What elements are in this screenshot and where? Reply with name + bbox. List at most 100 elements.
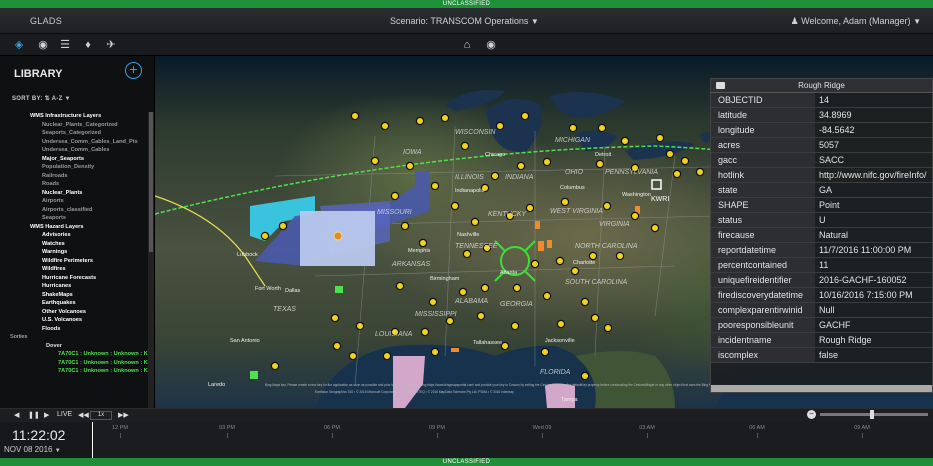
nuclear-plant-icon[interactable]	[430, 181, 440, 191]
popup-header[interactable]: Rough Ridge	[711, 79, 932, 93]
nuclear-plant-icon[interactable]	[555, 256, 565, 266]
layer-item[interactable]: Other Volcanoes	[6, 308, 148, 317]
layer-item[interactable]: Seaports	[6, 214, 148, 223]
layer-item[interactable]: 7A70C1 : Unknown : Unknown : K	[6, 350, 148, 359]
layer-item[interactable]: Earthquakes	[6, 299, 148, 308]
layer-item[interactable]: Watches	[6, 240, 148, 249]
nuclear-plant-icon[interactable]	[470, 217, 480, 227]
nuclear-plant-icon[interactable]	[556, 319, 566, 329]
nuclear-plant-icon[interactable]	[260, 231, 270, 241]
nuclear-plant-icon[interactable]	[525, 203, 535, 213]
nuclear-plant-icon[interactable]	[355, 321, 365, 331]
nuclear-plant-icon[interactable]	[530, 259, 540, 269]
layer-item[interactable]: WMS Infrastructure Layers	[6, 112, 148, 121]
nuclear-plant-icon[interactable]	[430, 347, 440, 357]
nuclear-plant-icon[interactable]	[680, 156, 690, 166]
speed-indicator[interactable]: 1x	[90, 411, 112, 420]
nuclear-plant-icon[interactable]	[602, 201, 612, 211]
nuclear-plant-icon[interactable]	[480, 283, 490, 293]
nuclear-plant-icon[interactable]	[655, 133, 665, 143]
nuclear-plant-icon[interactable]	[568, 123, 578, 133]
camera-icon[interactable]: ◉	[484, 38, 498, 52]
nuclear-plant-icon[interactable]	[615, 251, 625, 261]
layer-item[interactable]: 7A70C1 : Unknown : Unknown : K	[6, 367, 148, 376]
live-button[interactable]: LIVE	[57, 411, 72, 418]
nuclear-plant-icon[interactable]	[665, 149, 675, 159]
nuclear-plant-icon[interactable]	[588, 251, 598, 261]
layer-item[interactable]: Undersea_Comm_Cables	[6, 146, 148, 155]
nuclear-plant-icon[interactable]	[580, 297, 590, 307]
nuclear-plant-icon[interactable]	[445, 316, 455, 326]
timeline-zoom-handle[interactable]	[870, 410, 874, 419]
scenario-selector[interactable]: Scenario: TRANSCOM Operations ▼	[390, 16, 539, 26]
camera-icon[interactable]: ◉	[36, 38, 50, 52]
nuclear-plant-icon[interactable]	[395, 281, 405, 291]
nuclear-plant-icon[interactable]	[370, 156, 380, 166]
nuclear-plant-icon[interactable]	[332, 341, 342, 351]
nuclear-plant-icon[interactable]	[580, 371, 590, 381]
clock-date[interactable]: NOV 08 2016 ▼	[4, 445, 61, 454]
nuclear-plant-icon[interactable]	[590, 313, 600, 323]
nuclear-plant-icon[interactable]	[420, 327, 430, 337]
nuclear-plant-icon[interactable]	[400, 221, 410, 231]
layer-item[interactable]: 7A70C1 : Unknown : Unknown : K	[6, 359, 148, 368]
nuclear-plant-icon[interactable]	[415, 116, 425, 126]
nuclear-plant-icon[interactable]	[540, 347, 550, 357]
zoom-out-icon[interactable]: −	[807, 410, 816, 419]
home-icon[interactable]: ⌂	[460, 38, 474, 52]
nuclear-plant-icon[interactable]	[650, 223, 660, 233]
airplane-icon[interactable]: ✈	[104, 38, 118, 52]
layer-item[interactable]: Major_Seaports	[6, 155, 148, 164]
scrollbar-thumb[interactable]	[149, 112, 153, 252]
layer-item[interactable]: Airports	[6, 197, 148, 206]
layer-item[interactable]: Railroads	[6, 172, 148, 181]
nuclear-plant-icon[interactable]	[542, 157, 552, 167]
rewind-icon[interactable]: ◀◀	[78, 411, 89, 419]
play-reverse-icon[interactable]: ◀	[14, 411, 19, 419]
layer-item[interactable]: Wildfires	[6, 265, 148, 274]
nuclear-plant-icon[interactable]	[500, 341, 510, 351]
popup-horizontal-scrollbar[interactable]	[711, 385, 932, 392]
layer-item[interactable]: Wildfire Perimeters	[6, 257, 148, 266]
tag-icon[interactable]: ♦	[81, 38, 95, 52]
globe-map-view[interactable]: KWRI WISCONSIN MICHIGAN IOWA ILLINOIS IN…	[155, 56, 933, 408]
nuclear-plant-icon[interactable]	[595, 159, 605, 169]
nuclear-plant-icon[interactable]	[440, 113, 450, 123]
layer-item[interactable]: U.S. Volcanoes	[6, 316, 148, 325]
library-scrollbar[interactable]	[148, 112, 154, 408]
layer-item[interactable]: Advisories	[6, 231, 148, 240]
pause-icon[interactable]: ❚❚	[28, 411, 40, 419]
nuclear-plant-icon[interactable]	[490, 171, 500, 181]
layer-item[interactable]: WMS Hazard Layers	[6, 223, 148, 232]
nuclear-plant-icon[interactable]	[672, 169, 682, 179]
nuclear-plant-icon[interactable]	[450, 201, 460, 211]
nuclear-plant-icon[interactable]	[348, 351, 358, 361]
nuclear-plant-icon[interactable]	[380, 121, 390, 131]
nuclear-plant-icon[interactable]	[520, 111, 530, 121]
timeline-track[interactable]: 12 PM 03 PM 06 PM 09 PM Wed 09 03 AM 06 AM 09 A…	[92, 422, 933, 459]
nuclear-plant-icon[interactable]	[418, 238, 428, 248]
layer-item[interactable]: ShakeMaps	[6, 291, 148, 300]
timeline-cursor[interactable]	[92, 422, 93, 459]
layer-item[interactable]: Undersea_Comm_Cables_Land_Pts	[6, 138, 148, 147]
fast-forward-icon[interactable]: ▶▶	[118, 411, 129, 419]
nuclear-plant-icon[interactable]	[603, 323, 613, 333]
nuclear-plant-icon[interactable]	[510, 321, 520, 331]
nuclear-plant-icon[interactable]	[462, 249, 472, 259]
layer-item[interactable]: Airports_classified	[6, 206, 148, 215]
layer-item[interactable]: Roads	[6, 180, 148, 189]
sort-control[interactable]: SORT BY: ⇅ A-Z ▼	[12, 95, 71, 102]
nuclear-plant-icon[interactable]	[542, 291, 552, 301]
layer-item[interactable]: Nuclear_Plants	[6, 189, 148, 198]
layer-item[interactable]: Nuclear_Plants_Categorized	[6, 121, 148, 130]
list-icon[interactable]: ☰	[58, 38, 72, 52]
nuclear-plant-icon[interactable]	[270, 361, 280, 371]
add-layer-button[interactable]: +	[125, 62, 142, 79]
nuclear-plant-icon[interactable]	[278, 221, 288, 231]
nuclear-plant-icon[interactable]	[330, 313, 340, 323]
nuclear-plant-icon[interactable]	[458, 287, 468, 297]
nuclear-plant-icon[interactable]	[630, 211, 640, 221]
layer-item[interactable]: Dover	[6, 342, 148, 351]
nuclear-plant-icon[interactable]	[560, 197, 570, 207]
layer-item[interactable]: Warnings	[6, 248, 148, 257]
